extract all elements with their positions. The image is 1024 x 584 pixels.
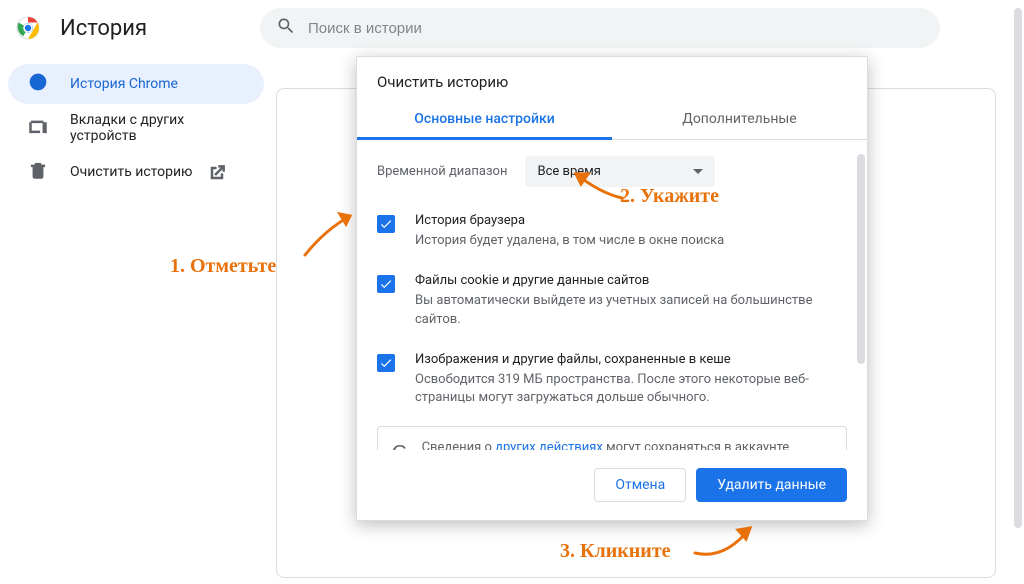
dialog-body: Временной диапазон Все время История бра…: [357, 140, 867, 450]
time-range-label: Временной диапазон: [377, 164, 507, 179]
sidebar-item-clear-history[interactable]: Очистить историю: [8, 152, 264, 192]
check-desc: История будет удалена, в том числе в окн…: [415, 232, 724, 251]
checkbox-cached-images[interactable]: [377, 354, 395, 372]
search-icon: [276, 16, 308, 40]
google-g-icon: G: [392, 439, 408, 450]
time-range-row: Временной диапазон Все время: [377, 156, 847, 187]
check-row-browsing-history[interactable]: История браузера История будет удалена, …: [377, 205, 847, 265]
check-title: Изображения и другие файлы, сохраненные …: [415, 352, 847, 367]
devices-icon: [28, 116, 70, 140]
google-info-text: Сведения о других действиях могут сохран…: [422, 439, 832, 450]
external-link-icon: [207, 163, 225, 181]
check-row-cached-images[interactable]: Изображения и другие файлы, сохраненные …: [377, 344, 847, 423]
check-title: Файлы cookie и другие данные сайтов: [415, 273, 847, 288]
chrome-logo-icon: [16, 16, 40, 40]
check-title: История браузера: [415, 213, 724, 228]
clock-icon: [28, 72, 70, 96]
scrollbar-thumb[interactable]: [857, 154, 865, 364]
cancel-button[interactable]: Отмена: [594, 468, 686, 502]
time-range-value: Все время: [537, 164, 600, 179]
tab-advanced[interactable]: Дополнительные: [612, 99, 867, 139]
page-title: История: [60, 16, 260, 41]
check-desc: Вы автоматически выйдете из учетных запи…: [415, 292, 847, 330]
dialog-tabs: Основные настройки Дополнительные: [357, 99, 867, 140]
dialog-actions: Отмена Удалить данные: [357, 450, 867, 520]
page-scrollbar[interactable]: [1014, 8, 1022, 576]
confirm-delete-button[interactable]: Удалить данные: [696, 468, 847, 502]
check-desc: Освободится 319 МБ пространства. После э…: [415, 371, 847, 409]
sidebar-item-label: Вкладки с других устройств: [70, 112, 244, 144]
trash-icon: [28, 160, 70, 184]
sidebar-item-label: Очистить историю: [70, 164, 193, 180]
page-scrollbar-thumb[interactable]: [1014, 8, 1022, 528]
annotation-step1: 1. Отметьте: [170, 255, 276, 278]
sidebar-item-tabs-devices[interactable]: Вкладки с других устройств: [8, 108, 264, 148]
clear-history-dialog: Очистить историю Основные настройки Допо…: [356, 56, 868, 521]
dialog-scrollbar[interactable]: [857, 154, 865, 444]
tab-basic[interactable]: Основные настройки: [357, 99, 612, 139]
search-input[interactable]: [308, 20, 924, 37]
checkbox-cookies[interactable]: [377, 275, 395, 293]
checkbox-browsing-history[interactable]: [377, 215, 395, 233]
dialog-title: Очистить историю: [357, 57, 867, 99]
header: История: [0, 0, 1024, 56]
time-range-select[interactable]: Все время: [525, 156, 715, 187]
sidebar: История Chrome Вкладки с других устройст…: [8, 64, 264, 196]
google-info-box: G Сведения о других действиях могут сохр…: [377, 426, 847, 450]
other-activity-link[interactable]: других действиях: [495, 440, 603, 450]
check-row-cookies[interactable]: Файлы cookie и другие данные сайтов Вы а…: [377, 265, 847, 344]
chevron-down-icon: [693, 169, 703, 174]
search-box[interactable]: [260, 8, 940, 48]
sidebar-item-label: История Chrome: [70, 76, 178, 92]
sidebar-item-history[interactable]: История Chrome: [8, 64, 264, 104]
